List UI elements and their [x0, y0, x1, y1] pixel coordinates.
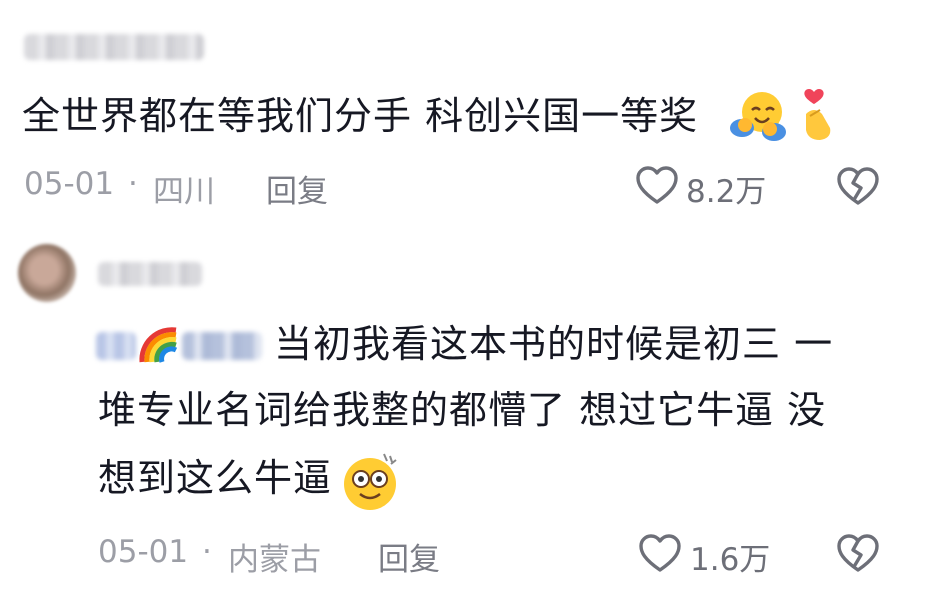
heart-outline-icon[interactable]: [635, 164, 679, 208]
comment-text-line-2: 堆专业名词给我整的都懵了 想过它牛逼 没: [98, 388, 827, 432]
comment-text-line: 全世界都在等我们分手 科创兴国一等奖: [22, 94, 699, 138]
comment-2: 当初我看这本书的时候是初三 一 堆专业名词给我整的都懵了 想过它牛逼 没 想到这…: [0, 230, 925, 597]
like-count: 8.2万: [686, 174, 767, 210]
finger-heart-emoji: [796, 86, 840, 144]
comment-location: 内蒙古: [228, 542, 321, 578]
comment-text: 全世界都在等我们分手 科创兴国一等奖: [22, 88, 698, 144]
comment-date: 05-01: [98, 534, 189, 570]
broken-heart-icon[interactable]: [836, 165, 880, 209]
comment-date: 05-01: [24, 166, 115, 202]
dizzy-face-emoji: [340, 452, 402, 512]
meta-separator: ·: [202, 534, 212, 570]
heart-outline-icon[interactable]: [638, 532, 682, 576]
comment-1: 全世界都在等我们分手 科创兴国一等奖 05-01 · 四川 回复 8.2万: [0, 0, 925, 220]
rainbow-emoji: [139, 327, 178, 363]
comment-location: 四川: [153, 174, 215, 210]
avatar[interactable]: [18, 244, 76, 302]
comment-text-line-1: 当初我看这本书的时候是初三 一: [274, 322, 834, 366]
reply-button[interactable]: 回复: [378, 534, 440, 579]
username-blurred[interactable]: [24, 34, 204, 60]
like-count: 1.6万: [690, 542, 771, 578]
username-blurred[interactable]: [98, 262, 202, 286]
meta-separator: ·: [128, 166, 138, 202]
hugging-face-emoji: [728, 88, 788, 144]
comment-text-line-3: 想到这么牛逼: [98, 456, 333, 500]
broken-heart-icon[interactable]: [836, 532, 880, 576]
reply-button[interactable]: 回复: [266, 166, 328, 211]
mention-blurred[interactable]: [96, 322, 266, 366]
